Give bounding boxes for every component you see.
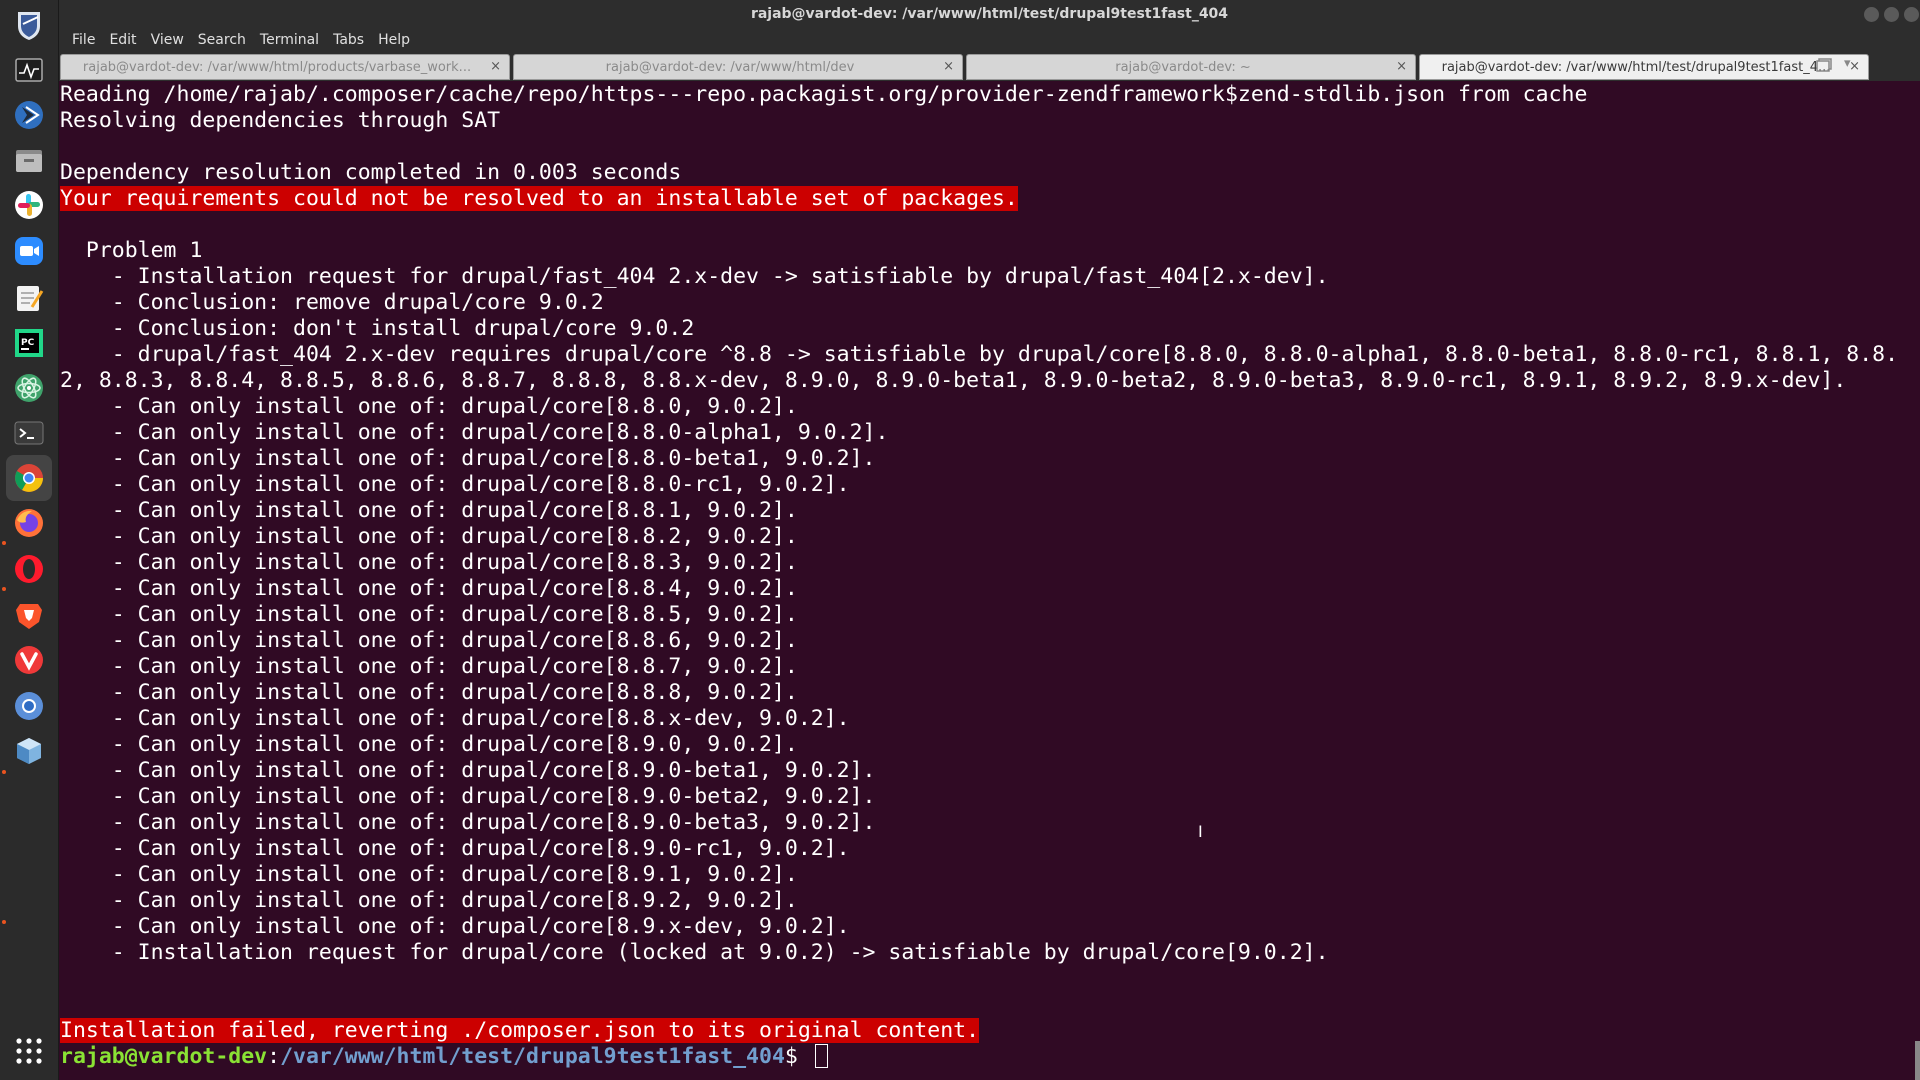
shell-prompt[interactable]: rajab@vardot-dev:/var/www/html/test/drup… — [60, 1044, 1916, 1070]
firefox-running-indicator — [2, 770, 6, 774]
prompt-separator: : — [267, 1044, 281, 1069]
menu-terminal[interactable]: Terminal — [253, 32, 326, 48]
close-tab-icon[interactable]: × — [943, 59, 954, 74]
terminal-line: - Can only install one of: drupal/core[8… — [60, 914, 850, 939]
window-title: rajab@vardot-dev: /var/www/html/test/dru… — [750, 6, 1229, 22]
menu-bar: File Edit View Search Terminal Tabs Help — [59, 28, 1920, 52]
terminal-line: - Can only install one of: drupal/core[8… — [60, 498, 798, 523]
terminal-line: - Can only install one of: drupal/core[8… — [60, 758, 876, 783]
slack-icon[interactable] — [6, 182, 52, 228]
prompt-path: /var/www/html/test/drupal9test1fast_404 — [280, 1044, 785, 1069]
vivaldi-icon[interactable] — [6, 637, 52, 683]
svg-text:PC: PC — [21, 338, 35, 348]
terminal-line: - drupal/fast_404 2.x-dev requires drupa… — [60, 342, 1899, 367]
tab-bar: rajab@vardot-dev: /var/www/html/products… — [59, 52, 1920, 81]
terminal-line: - Can only install one of: drupal/core[8… — [60, 576, 798, 601]
terminal-line: - Conclusion: don't install drupal/core … — [60, 316, 695, 341]
firefox-icon[interactable] — [6, 500, 52, 546]
terminal-line: - Conclusion: remove drupal/core 9.0.2 — [60, 290, 604, 315]
terminal-line: - Can only install one of: drupal/core[8… — [60, 602, 798, 627]
menu-file[interactable]: File — [65, 32, 102, 48]
terminal-tab-2[interactable]: rajab@vardot-dev: /var/www/html/dev × — [513, 54, 963, 80]
terminal-icon[interactable] — [6, 410, 52, 456]
menu-tabs[interactable]: Tabs — [326, 32, 371, 48]
close-tab-icon[interactable]: × — [1396, 59, 1407, 74]
terminal-line: - Can only install one of: drupal/core[8… — [60, 706, 850, 731]
terminal-line: - Can only install one of: drupal/core[8… — [60, 524, 798, 549]
text-editor-icon[interactable] — [6, 275, 52, 321]
minimize-icon[interactable] — [1864, 7, 1879, 22]
terminal-tab-3[interactable]: rajab@vardot-dev: ~ × — [966, 54, 1416, 80]
terminal-line: - Can only install one of: drupal/core[8… — [60, 732, 798, 757]
terminal-line: Problem 1 — [60, 238, 203, 263]
virtualbox-running-indicator — [2, 920, 6, 924]
terminal-line: - Can only install one of: drupal/core[8… — [60, 654, 798, 679]
remote-desktop-icon[interactable] — [6, 92, 52, 138]
tab-label: rajab@vardot-dev: /var/www/html/products… — [82, 59, 472, 75]
system-monitor-icon[interactable] — [6, 47, 52, 93]
close-tab-icon[interactable]: × — [490, 59, 501, 74]
terminal-output: Reading /home/rajab/.composer/cache/repo… — [60, 82, 1916, 1070]
menu-help[interactable]: Help — [371, 32, 417, 48]
terminal-line: - Can only install one of: drupal/core[8… — [60, 446, 876, 471]
terminal-line: - Can only install one of: drupal/core[8… — [60, 810, 876, 835]
terminal-tab-1[interactable]: rajab@vardot-dev: /var/www/html/products… — [60, 54, 510, 80]
window-titlebar: rajab@vardot-dev: /var/www/html/test/dru… — [59, 0, 1920, 28]
menu-view[interactable]: View — [144, 32, 191, 48]
tab-label: rajab@vardot-dev: /var/www/html/test/dru… — [1441, 59, 1831, 75]
terminal-line: - Can only install one of: drupal/core[8… — [60, 628, 798, 653]
tab-label: rajab@vardot-dev: /var/www/html/dev — [605, 59, 855, 75]
terminal-line: Dependency resolution completed in 0.003… — [60, 160, 682, 185]
terminal-view[interactable]: Reading /home/rajab/.composer/cache/repo… — [59, 81, 1920, 1080]
menu-search[interactable]: Search — [191, 32, 253, 48]
terminal-running-indicator — [2, 541, 6, 545]
new-tab-icon[interactable] — [1815, 57, 1833, 75]
terminal-line: - Can only install one of: drupal/core[8… — [60, 888, 798, 913]
atom-icon[interactable] — [6, 365, 52, 411]
terminal-line: - Can only install one of: drupal/core[8… — [60, 836, 850, 861]
prompt-user: rajab@vardot-dev — [60, 1044, 268, 1069]
opera-icon[interactable] — [6, 546, 52, 592]
terminal-error-line: Your requirements could not be resolved … — [60, 186, 1018, 211]
terminal-scrollbar[interactable] — [1915, 1041, 1920, 1080]
terminal-line: - Can only install one of: drupal/core[8… — [60, 472, 850, 497]
show-applications-grid-icon[interactable] — [6, 1028, 52, 1074]
terminal-error-line: Installation failed, reverting ./compose… — [60, 1018, 980, 1043]
mouse-ibeam-cursor-icon: I — [1198, 822, 1203, 841]
terminal-line: - Can only install one of: drupal/core[8… — [60, 784, 876, 809]
terminal-line: - Installation request for drupal/core (… — [60, 940, 1329, 965]
dock: PC — [0, 0, 59, 1080]
text-cursor — [814, 1044, 828, 1068]
terminal-line: - Can only install one of: drupal/core[8… — [60, 420, 889, 445]
tab-label: rajab@vardot-dev: ~ — [1115, 59, 1251, 75]
chrome-running-indicator — [2, 587, 6, 591]
menu-edit[interactable]: Edit — [102, 32, 143, 48]
security-app-icon[interactable] — [6, 2, 52, 48]
close-window-icon[interactable] — [1904, 7, 1919, 22]
maximize-icon[interactable] — [1884, 7, 1899, 22]
terminal-line: 2, 8.8.3, 8.8.4, 8.8.5, 8.8.6, 8.8.7, 8.… — [60, 368, 1847, 393]
terminal-line: Reading /home/rajab/.composer/cache/repo… — [60, 82, 1588, 107]
terminal-line: - Can only install one of: drupal/core[8… — [60, 862, 798, 887]
terminal-line: - Can only install one of: drupal/core[8… — [60, 394, 798, 419]
terminal-tab-4[interactable]: rajab@vardot-dev: /var/www/html/test/dru… — [1419, 54, 1869, 80]
terminal-line: - Installation request for drupal/fast_4… — [60, 264, 1329, 289]
chrome-icon[interactable] — [6, 455, 52, 501]
virtualbox-icon[interactable] — [6, 728, 52, 774]
tab-menu-chevron-icon[interactable]: ▾ — [1844, 56, 1851, 71]
terminal-line: - Can only install one of: drupal/core[8… — [60, 680, 798, 705]
zoom-icon[interactable] — [6, 228, 52, 274]
terminal-line: Resolving dependencies through SAT — [60, 108, 501, 133]
brave-icon[interactable] — [6, 592, 52, 638]
chromium-icon[interactable] — [6, 683, 52, 729]
terminal-line: - Can only install one of: drupal/core[8… — [60, 550, 798, 575]
pycharm-icon[interactable]: PC — [6, 320, 52, 366]
file-manager-icon[interactable] — [6, 137, 52, 183]
prompt-symbol: $ — [784, 1044, 811, 1069]
